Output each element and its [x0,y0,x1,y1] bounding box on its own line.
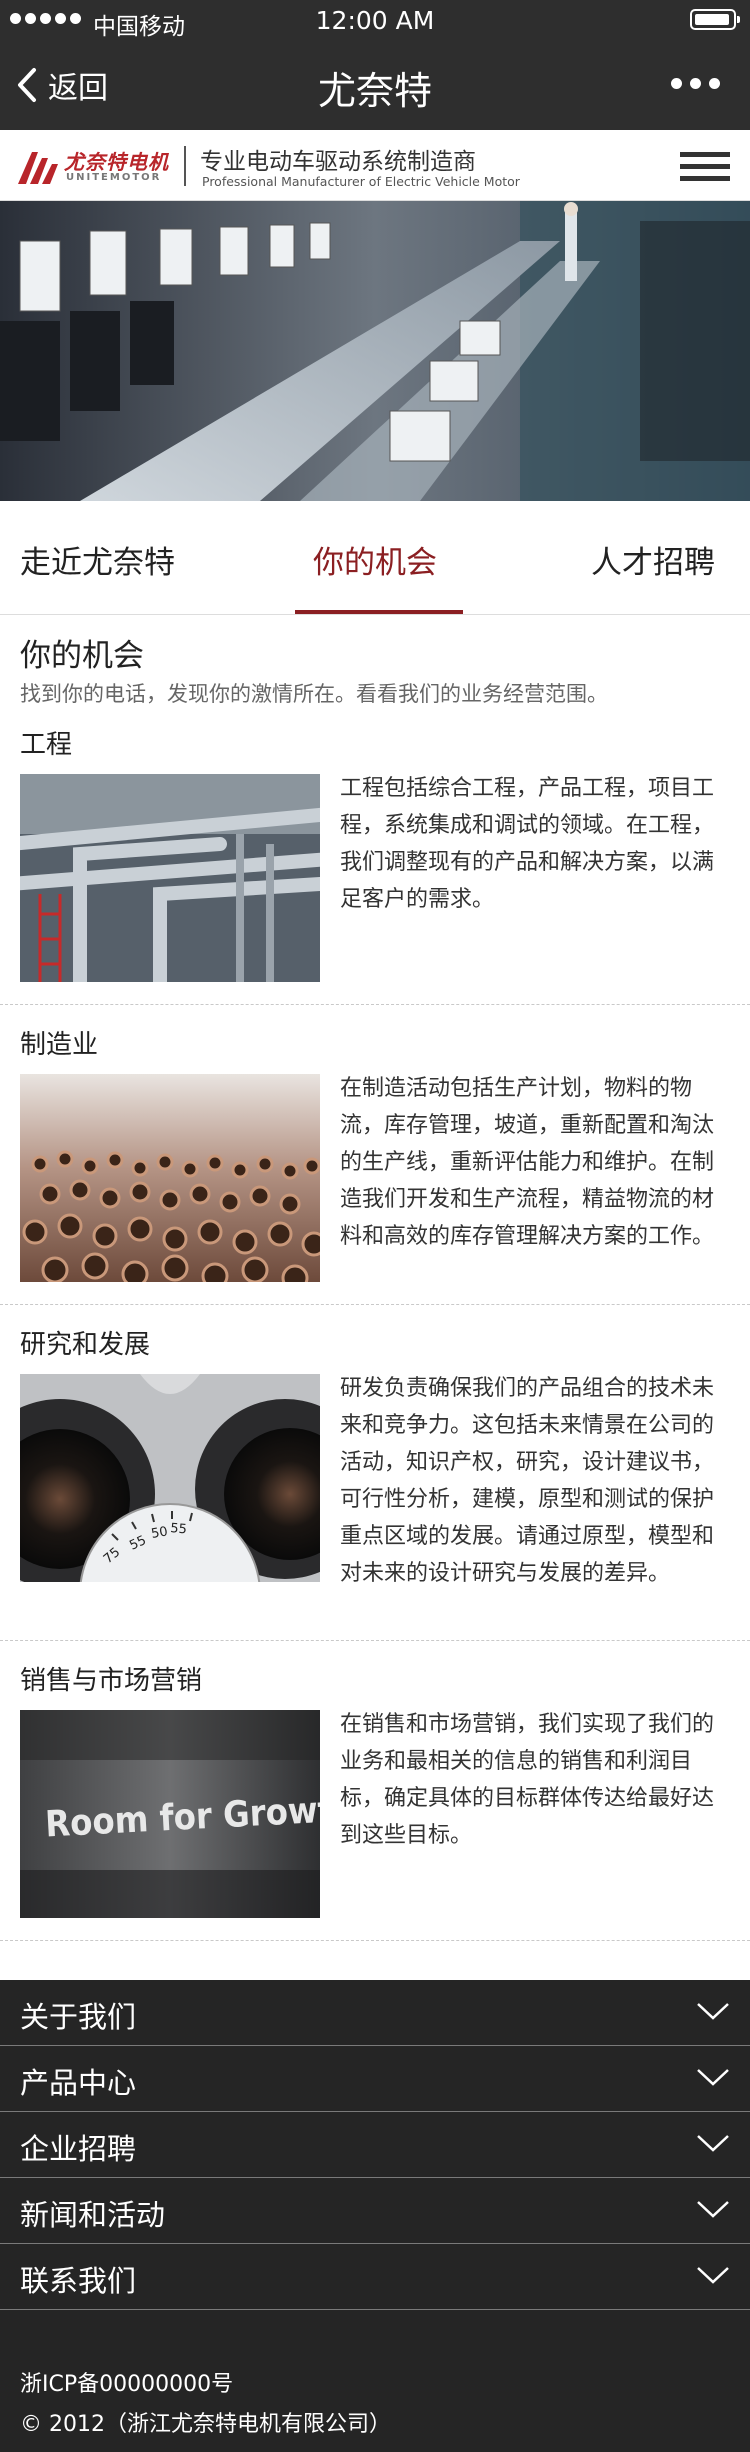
accordion-label: 联系我们 [20,2264,137,2298]
site-footer: 浙ICP备00000000号 © 2012（浙江尤奈特电机有限公司） [0,2310,750,2452]
logo-mark-icon [18,152,58,184]
item-description: 在销售和市场营销，我们实现了我们的业务和最相关的信息的销售和利润目标，确定具体的… [340,1712,715,1848]
binocular-image: 75 55 50 55 [20,1374,320,1582]
accordion-careers[interactable]: 企业招聘 [0,2112,750,2178]
item-title: 工程 [20,730,73,760]
chevron-down-icon [697,2135,729,2152]
more-options-icon[interactable] [671,78,720,89]
item-divider [0,1304,750,1305]
section-intro: 找到你的电话，发现你的激情所在。看看我们的业务经营范围。 [20,682,608,706]
tab-bar: 走近尤奈特 你的机会 人才招聘 [0,501,750,615]
item-divider [0,1940,750,1941]
accordion-news[interactable]: 新闻和活动 [0,2178,750,2244]
brand-header: 尤奈特电机 UNITEMOTOR 专业电动车驱动系统制造商 Profession… [0,130,750,201]
brand-tagline-en: Professional Manufacturer of Electric Ve… [202,174,520,189]
item-description: 工程包括综合工程，产品工程，项目工程，系统集成和调试的领域。在工程，我们调整现有… [340,776,715,912]
list-item-sales: 销售与市场营销 Room for Growth 在销售和市场营销，我们实现了我们… [0,1656,750,1941]
pipes-image [20,774,320,982]
chevron-down-icon [697,2069,729,2086]
item-title: 研究和发展 [20,1330,151,1360]
status-time: 12:00 AM [315,6,435,35]
active-tab-indicator [295,610,463,614]
accordion-label: 企业招聘 [20,2132,137,2166]
chevron-down-icon [697,2201,729,2218]
brand-divider [184,146,186,186]
accordion-products[interactable]: 产品中心 [0,2046,750,2112]
dial-label: 50 [150,1524,169,1542]
battery-icon [690,9,740,30]
item-title: 销售与市场营销 [20,1666,203,1696]
logo-english-text: UNITEMOTOR [66,172,162,183]
icp-license[interactable]: 浙ICP备00000000号 [20,2366,233,2398]
company-logo[interactable]: 尤奈特电机 UNITEMOTOR [18,144,178,188]
section-title: 你的机会 [20,638,144,674]
copyright: © 2012（浙江尤奈特电机有限公司） [20,2412,391,2437]
accordion-label: 新闻和活动 [20,2198,166,2232]
item-description: 研发负责确保我们的产品组合的技术未来和竞争力。这包括未来情景在公司的活动，知识产… [340,1376,715,1586]
dial-label: 55 [170,1521,188,1537]
navigation-bar: 返回 尤奈特 [0,40,750,130]
accordion-contact[interactable]: 联系我们 [0,2244,750,2310]
list-item-manufacturing: 制造业 在制造活动包括生产计划，物料的物流，库存管理，坡道，重新配置和淘汰的生产… [0,1020,750,1305]
accordion-label: 关于我们 [20,2000,137,2034]
chevron-down-icon [697,2003,729,2020]
hero-factory-image [0,201,750,501]
page-title: 尤奈特 [317,69,432,113]
chevron-down-icon [697,2267,729,2284]
logo-chinese-text: 尤奈特电机 [64,150,169,174]
accordion-about-us[interactable]: 关于我们 [0,1980,750,2046]
menu-icon[interactable] [680,152,730,182]
copper-tubes-image [20,1074,320,1282]
item-divider [0,1640,750,1641]
room-for-growth-image: Room for Growth [20,1710,320,1918]
accordion-label: 产品中心 [20,2066,137,2100]
list-item-engineering: 工程 工程包括综合工程，产品工程，项目工程，系统集成和调试的领域。在工程，我们调… [0,720,750,1005]
brand-tagline-cn: 专业电动车驱动系统制造商 [200,149,476,175]
item-description: 在制造活动包括生产计划，物料的物流，库存管理，坡道，重新配置和淘汰的生产线，重新… [340,1076,715,1249]
list-item-research: 研究和发展 75 55 50 55 研发负责确保我们的产品组合的技术未来和竞争力… [0,1320,750,1641]
tab-recruitment[interactable]: 人才招聘 [591,537,715,582]
item-divider [0,1004,750,1005]
item-title: 制造业 [20,1030,99,1060]
status-bar: 中国移动 12:00 AM [0,0,750,40]
footer-accordion: 关于我们 产品中心 企业招聘 新闻和活动 联系我们 [0,1980,750,2310]
